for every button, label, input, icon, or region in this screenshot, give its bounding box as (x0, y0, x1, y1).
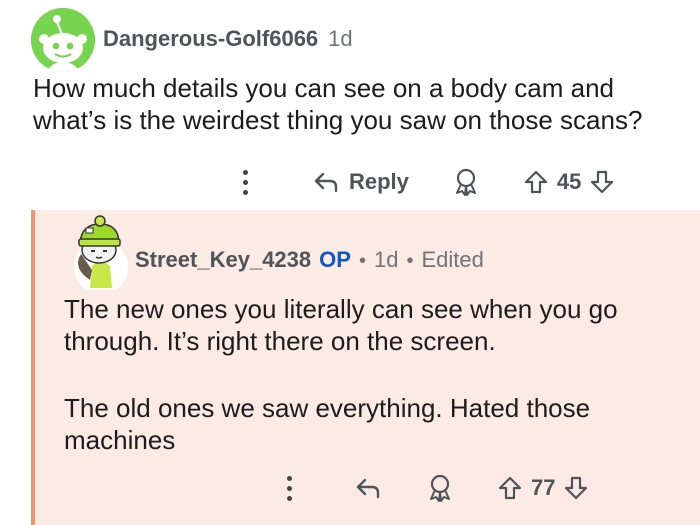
upvote-icon[interactable] (497, 475, 523, 501)
username[interactable]: Street_Key_4238 (135, 247, 311, 273)
timestamp: 1d (373, 247, 399, 272)
downvote-icon[interactable] (563, 475, 589, 501)
separator: • (358, 250, 366, 272)
comment-meta: Dangerous-Golf6066 1d (103, 26, 353, 56)
vote-control: 77 (497, 475, 589, 501)
vote-count: 77 (531, 475, 556, 500)
reply-label: Reply (349, 169, 409, 194)
reddit-snoo-icon (31, 8, 95, 72)
parent-comment: Dangerous-Golf6066 1d How much details y… (0, 0, 700, 210)
reply-arrow-icon (356, 478, 380, 499)
more-options-icon[interactable] (279, 475, 299, 501)
user-avatar[interactable] (31, 8, 95, 72)
timestamp: 1d (328, 26, 353, 51)
comment-paragraph: The old ones we saw everything. Hated th… (64, 393, 591, 455)
reply-button[interactable] (355, 477, 381, 499)
vote-control: 45 (523, 169, 615, 195)
comment-meta: Street_Key_4238 OP • 1d • Edited (135, 247, 484, 273)
award-button[interactable] (427, 474, 453, 502)
comment-body: How much details you can see on a body c… (33, 73, 643, 135)
reply-arrow-icon (314, 172, 338, 193)
upvote-icon[interactable] (523, 169, 549, 195)
downvote-icon[interactable] (589, 169, 615, 195)
more-options-icon[interactable] (235, 169, 255, 195)
comment-paragraph: The new ones you literally can see when … (64, 294, 618, 356)
comment-body: The new ones you literally can see when … (64, 293, 684, 491)
user-avatar[interactable] (64, 210, 134, 290)
snoo-beanie-avatar-icon (74, 215, 128, 290)
award-icon (430, 474, 450, 502)
reply-button[interactable]: Reply (313, 169, 409, 195)
reply-actions: 77 (279, 466, 589, 510)
award-button[interactable] (453, 168, 479, 196)
username[interactable]: Dangerous-Golf6066 (103, 26, 318, 52)
separator: • (406, 250, 414, 272)
edited-label: Edited (421, 247, 484, 272)
comment-actions: Reply 45 (235, 160, 615, 204)
thread-line[interactable] (31, 210, 35, 525)
vote-count: 45 (556, 169, 582, 194)
op-badge: OP (319, 247, 351, 272)
award-icon (455, 168, 476, 196)
